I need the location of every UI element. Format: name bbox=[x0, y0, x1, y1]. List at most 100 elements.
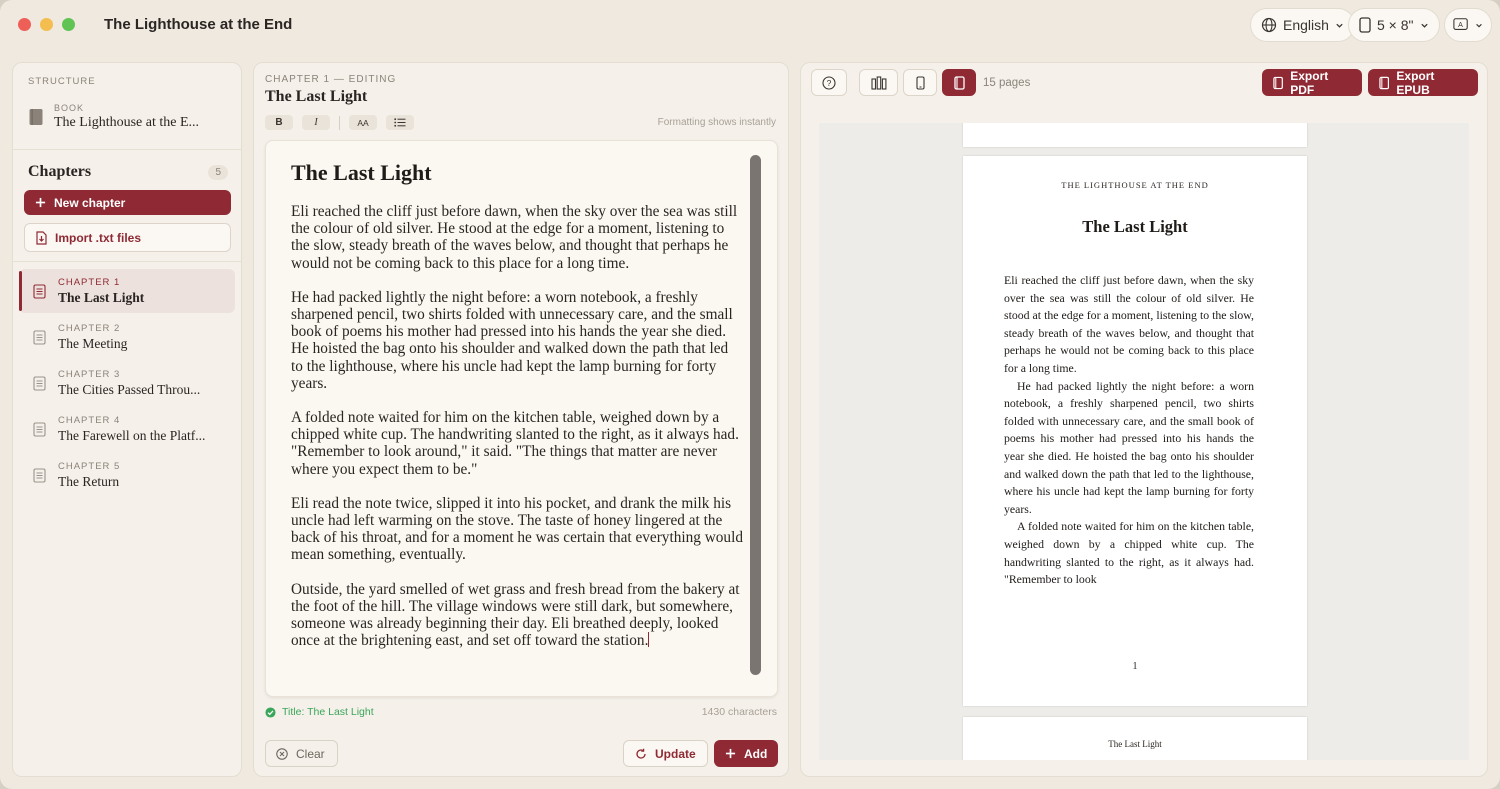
chapters-title: Chapters bbox=[28, 163, 92, 180]
title-status-text: Title: The Last Light bbox=[282, 706, 374, 718]
pdf-icon bbox=[1273, 76, 1283, 89]
book-item[interactable]: BOOK The Lighthouse at the E... bbox=[28, 103, 199, 131]
editor-body: Eli reached the cliff just before dawn, … bbox=[291, 203, 743, 649]
editing-label: CHAPTER 1 — EDITING bbox=[265, 74, 397, 85]
chapter-list: CHAPTER 1 The Last Light CHAPTER 2 The M… bbox=[19, 269, 235, 499]
chapter-item-3[interactable]: CHAPTER 3 The Cities Passed Throu... bbox=[19, 361, 235, 405]
chapter-number: CHAPTER 2 bbox=[58, 322, 121, 334]
editor-scrollbar[interactable] bbox=[750, 155, 761, 675]
editor-status-bar: Title: The Last Light 1430 characters bbox=[265, 706, 777, 718]
svg-text:A: A bbox=[1458, 21, 1463, 29]
mobile-view-button[interactable] bbox=[903, 69, 937, 96]
export-epub-button[interactable]: Export EPUB bbox=[1368, 68, 1478, 97]
character-count: 1430 characters bbox=[701, 706, 777, 718]
minimize-window-button[interactable] bbox=[40, 18, 53, 31]
editor-paragraph: A folded note waited for him on the kitc… bbox=[291, 409, 739, 478]
chapter-number: CHAPTER 3 bbox=[58, 368, 121, 380]
page-paragraph: A folded note waited for him on the kitc… bbox=[1004, 519, 1254, 587]
export-epub-label: Export EPUB bbox=[1396, 68, 1435, 97]
add-button[interactable]: Add bbox=[714, 740, 778, 767]
editor-paragraph: Eli read the note twice, slipped it into… bbox=[291, 494, 743, 564]
language-select[interactable]: English bbox=[1250, 8, 1355, 42]
chapters-header: Chapters 5 bbox=[28, 163, 228, 181]
list-button[interactable] bbox=[386, 115, 414, 130]
chapter-title: The Last Light bbox=[58, 289, 145, 305]
chapter-item-5[interactable]: CHAPTER 5 The Return bbox=[19, 453, 235, 497]
editor-panel: CHAPTER 1 — EDITING The Last Light B I A… bbox=[253, 62, 789, 777]
update-label: Update bbox=[655, 746, 696, 761]
epub-icon bbox=[1379, 76, 1390, 89]
chapter-text-editor[interactable]: The Last Light Eli reached the cliff jus… bbox=[265, 140, 778, 697]
toolbar-separator bbox=[339, 115, 340, 130]
svg-text:?: ? bbox=[827, 78, 832, 88]
language-label: English bbox=[1283, 17, 1329, 33]
book-spread-icon bbox=[870, 75, 886, 90]
next-page-head: The Last Light bbox=[1108, 739, 1162, 749]
refresh-icon bbox=[636, 748, 646, 759]
new-chapter-button[interactable]: New chapter bbox=[24, 190, 231, 215]
chevron-down-icon bbox=[1420, 23, 1428, 28]
book-title: The Lighthouse at the E... bbox=[54, 115, 200, 130]
plus-icon bbox=[725, 748, 736, 759]
page-size-icon bbox=[1359, 17, 1371, 33]
bold-button[interactable]: B bbox=[265, 115, 293, 130]
chapters-count-badge: 5 bbox=[208, 164, 228, 180]
page-paragraph: Eli reached the cliff just before dawn, … bbox=[1004, 273, 1254, 375]
globe-icon bbox=[1261, 17, 1277, 33]
chapter-item-2[interactable]: CHAPTER 2 The Meeting bbox=[19, 315, 235, 359]
document-icon bbox=[33, 375, 46, 391]
page-size-label: 5 × 8" bbox=[1377, 17, 1414, 33]
chapter-title: The Farewell on the Platf... bbox=[58, 427, 206, 443]
next-page: The Last Light bbox=[963, 717, 1307, 760]
page-size-select[interactable]: 5 × 8" bbox=[1348, 8, 1440, 42]
export-pdf-button[interactable]: Export PDF bbox=[1262, 68, 1362, 97]
editor-paragraph: Eli reached the cliff just before dawn, … bbox=[291, 203, 738, 272]
document-icon bbox=[33, 421, 46, 437]
document-icon bbox=[33, 283, 46, 299]
text-size-button[interactable]: AA bbox=[349, 115, 377, 130]
page-view-button[interactable] bbox=[942, 69, 976, 96]
previous-page bbox=[963, 123, 1307, 147]
chapter-number: CHAPTER 1 bbox=[58, 276, 121, 288]
import-txt-button[interactable]: Import .txt files bbox=[24, 223, 231, 252]
formatting-hint: Formatting shows instantly bbox=[657, 117, 776, 128]
italic-button[interactable]: I bbox=[302, 115, 330, 130]
structure-sidebar: STRUCTURE BOOK The Lighthouse at the E..… bbox=[12, 62, 242, 777]
app-title: The Lighthouse at the End bbox=[104, 16, 293, 33]
new-chapter-label: New chapter bbox=[54, 195, 126, 210]
plus-icon bbox=[35, 197, 46, 208]
file-import-icon bbox=[36, 230, 47, 245]
help-button[interactable]: ? bbox=[811, 69, 847, 96]
zoom-window-button[interactable] bbox=[62, 18, 75, 31]
update-button[interactable]: Update bbox=[623, 740, 708, 767]
chapter-number: CHAPTER 5 bbox=[58, 460, 121, 472]
text-caret bbox=[648, 632, 650, 648]
clear-button[interactable]: Clear bbox=[265, 740, 338, 767]
editor-paragraph: He had packed lightly the night before: … bbox=[291, 288, 733, 392]
chapter-item-1[interactable]: CHAPTER 1 The Last Light bbox=[19, 269, 235, 313]
chapter-title: The Return bbox=[58, 473, 120, 489]
help-icon: ? bbox=[822, 75, 836, 90]
book-preview[interactable]: THE LIGHTHOUSE AT THE END The Last Light… bbox=[819, 123, 1469, 760]
page-paragraph: He had packed lightly the night before: … bbox=[1004, 378, 1254, 516]
app-window: The Lighthouse at the End English 5 × 8"… bbox=[0, 0, 1500, 789]
page-count: 15 pages bbox=[983, 77, 1031, 89]
spread-view-button[interactable] bbox=[859, 69, 898, 96]
add-label: Add bbox=[744, 746, 768, 761]
title-status: Title: The Last Light bbox=[265, 706, 374, 718]
clear-label: Clear bbox=[296, 746, 325, 761]
chapter-heading: The Last Light bbox=[265, 88, 368, 105]
phone-icon bbox=[915, 75, 925, 90]
page-number: 1 bbox=[1132, 661, 1138, 672]
chapter-title: The Meeting bbox=[58, 335, 128, 351]
export-pdf-label: Export PDF bbox=[1290, 68, 1329, 97]
close-window-button[interactable] bbox=[18, 18, 31, 31]
chapter-item-4[interactable]: CHAPTER 4 The Farewell on the Platf... bbox=[19, 407, 235, 451]
check-circle-icon bbox=[265, 706, 276, 718]
typography-icon: A bbox=[1453, 18, 1468, 30]
preview-panel: ? 15 pages Export PDF Export EPUB THE LI… bbox=[800, 62, 1488, 777]
document-icon bbox=[33, 467, 46, 483]
typography-settings-button[interactable]: A bbox=[1444, 8, 1492, 42]
divider bbox=[13, 261, 241, 262]
list-icon bbox=[394, 118, 406, 127]
